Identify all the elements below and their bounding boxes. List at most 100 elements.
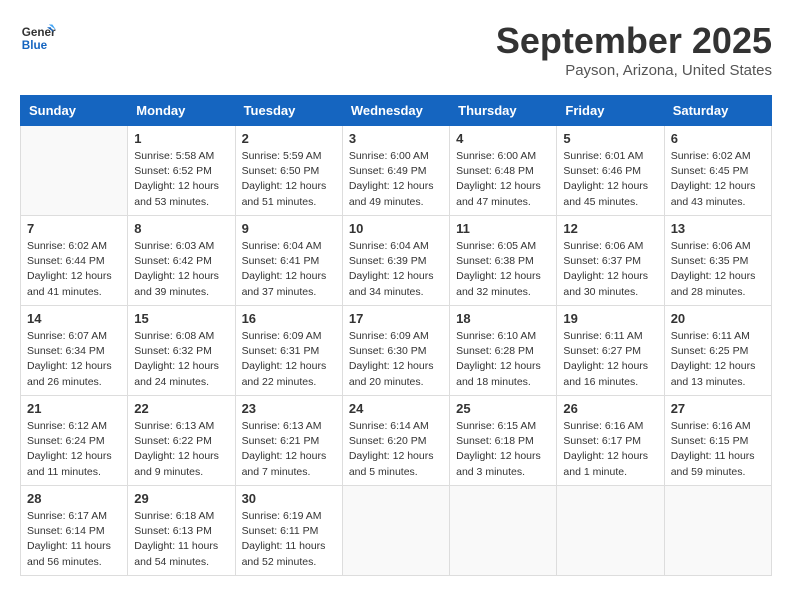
day-info: Sunrise: 6:15 AM Sunset: 6:18 PM Dayligh… — [456, 419, 550, 480]
day-info: Sunrise: 6:13 AM Sunset: 6:22 PM Dayligh… — [134, 419, 228, 480]
calendar-cell — [21, 126, 128, 216]
weekday-header-thursday: Thursday — [450, 96, 557, 126]
day-number: 28 — [27, 491, 121, 506]
day-number: 4 — [456, 131, 550, 146]
weekday-header-saturday: Saturday — [664, 96, 771, 126]
day-number: 27 — [671, 401, 765, 416]
day-number: 12 — [563, 221, 657, 236]
day-number: 11 — [456, 221, 550, 236]
calendar-week-4: 21 Sunrise: 6:12 AM Sunset: 6:24 PM Dayli… — [21, 396, 772, 486]
month-title: September 2025 — [496, 20, 772, 62]
day-number: 19 — [563, 311, 657, 326]
day-number: 2 — [242, 131, 336, 146]
calendar-cell: 13Sunrise: 6:06 AM Sunset: 6:35 PM Dayli… — [664, 216, 771, 306]
calendar-cell — [342, 486, 449, 576]
calendar-cell: 5Sunrise: 6:01 AM Sunset: 6:46 PM Daylig… — [557, 126, 664, 216]
day-info: Sunrise: 6:00 AM Sunset: 6:48 PM Dayligh… — [456, 149, 550, 210]
day-number: 26 — [563, 401, 657, 416]
day-number: 24 — [349, 401, 443, 416]
title-block: September 2025 Payson, Arizona, United S… — [496, 20, 772, 79]
calendar-cell: 23 Sunrise: 6:13 AM Sunset: 6:21 PM Dayli… — [235, 396, 342, 486]
day-number: 15 — [134, 311, 228, 326]
calendar-cell: 28 Sunrise: 6:17 AM Sunset: 6:14 PM Dayli… — [21, 486, 128, 576]
calendar-cell: 27Sunrise: 6:16 AM Sunset: 6:15 PM Dayli… — [664, 396, 771, 486]
day-info: Sunrise: 6:07 AM Sunset: 6:34 PM Dayligh… — [27, 329, 121, 390]
day-number: 25 — [456, 401, 550, 416]
day-number: 29 — [134, 491, 228, 506]
day-number: 23 — [242, 401, 336, 416]
weekday-header-sunday: Sunday — [21, 96, 128, 126]
calendar-cell: 17Sunrise: 6:09 AM Sunset: 6:30 PM Dayli… — [342, 306, 449, 396]
day-number: 13 — [671, 221, 765, 236]
calendar-cell: 15 Sunrise: 6:08 AM Sunset: 6:32 PM Dayli… — [128, 306, 235, 396]
calendar-cell: 6 Sunrise: 6:02 AM Sunset: 6:45 PM Daylig… — [664, 126, 771, 216]
calendar-cell: 24 Sunrise: 6:14 AM Sunset: 6:20 PM Dayli… — [342, 396, 449, 486]
calendar-cell: 16 Sunrise: 6:09 AM Sunset: 6:31 PM Dayli… — [235, 306, 342, 396]
weekday-header-wednesday: Wednesday — [342, 96, 449, 126]
day-number: 18 — [456, 311, 550, 326]
calendar-header: SundayMondayTuesdayWednesdayThursdayFrid… — [21, 96, 772, 126]
weekday-header-row: SundayMondayTuesdayWednesdayThursdayFrid… — [21, 96, 772, 126]
calendar-week-3: 14 Sunrise: 6:07 AM Sunset: 6:34 PM Dayli… — [21, 306, 772, 396]
day-info: Sunrise: 6:10 AM Sunset: 6:28 PM Dayligh… — [456, 329, 550, 390]
logo-icon: General Blue — [20, 20, 56, 56]
day-number: 22 — [134, 401, 228, 416]
calendar-week-1: 1Sunrise: 5:58 AM Sunset: 6:52 PM Daylig… — [21, 126, 772, 216]
day-number: 6 — [671, 131, 765, 146]
weekday-header-monday: Monday — [128, 96, 235, 126]
calendar-week-5: 28 Sunrise: 6:17 AM Sunset: 6:14 PM Dayli… — [21, 486, 772, 576]
day-number: 17 — [349, 311, 443, 326]
calendar-body: 1Sunrise: 5:58 AM Sunset: 6:52 PM Daylig… — [21, 126, 772, 576]
day-number: 21 — [27, 401, 121, 416]
day-info: Sunrise: 6:19 AM Sunset: 6:11 PM Dayligh… — [242, 509, 336, 570]
svg-text:Blue: Blue — [22, 39, 48, 52]
day-info: Sunrise: 6:03 AM Sunset: 6:42 PM Dayligh… — [134, 239, 228, 300]
day-info: Sunrise: 6:08 AM Sunset: 6:32 PM Dayligh… — [134, 329, 228, 390]
calendar-week-2: 7 Sunrise: 6:02 AM Sunset: 6:44 PM Daylig… — [21, 216, 772, 306]
calendar-cell — [450, 486, 557, 576]
day-info: Sunrise: 6:16 AM Sunset: 6:17 PM Dayligh… — [563, 419, 657, 480]
weekday-header-friday: Friday — [557, 96, 664, 126]
calendar-cell: 22 Sunrise: 6:13 AM Sunset: 6:22 PM Dayli… — [128, 396, 235, 486]
calendar-cell: 21 Sunrise: 6:12 AM Sunset: 6:24 PM Dayli… — [21, 396, 128, 486]
calendar-cell: 9Sunrise: 6:04 AM Sunset: 6:41 PM Daylig… — [235, 216, 342, 306]
day-info: Sunrise: 6:14 AM Sunset: 6:20 PM Dayligh… — [349, 419, 443, 480]
day-info: Sunrise: 6:13 AM Sunset: 6:21 PM Dayligh… — [242, 419, 336, 480]
calendar-cell: 1Sunrise: 5:58 AM Sunset: 6:52 PM Daylig… — [128, 126, 235, 216]
day-info: Sunrise: 6:09 AM Sunset: 6:31 PM Dayligh… — [242, 329, 336, 390]
day-number: 7 — [27, 221, 121, 236]
day-info: Sunrise: 6:04 AM Sunset: 6:41 PM Dayligh… — [242, 239, 336, 300]
day-number: 8 — [134, 221, 228, 236]
day-info: Sunrise: 6:02 AM Sunset: 6:44 PM Dayligh… — [27, 239, 121, 300]
day-info: Sunrise: 6:11 AM Sunset: 6:27 PM Dayligh… — [563, 329, 657, 390]
day-info: Sunrise: 6:05 AM Sunset: 6:38 PM Dayligh… — [456, 239, 550, 300]
day-info: Sunrise: 6:12 AM Sunset: 6:24 PM Dayligh… — [27, 419, 121, 480]
day-number: 3 — [349, 131, 443, 146]
day-number: 10 — [349, 221, 443, 236]
day-number: 5 — [563, 131, 657, 146]
day-info: Sunrise: 6:06 AM Sunset: 6:37 PM Dayligh… — [563, 239, 657, 300]
calendar-cell: 4 Sunrise: 6:00 AM Sunset: 6:48 PM Daylig… — [450, 126, 557, 216]
day-number: 16 — [242, 311, 336, 326]
calendar-cell: 14 Sunrise: 6:07 AM Sunset: 6:34 PM Dayli… — [21, 306, 128, 396]
calendar-cell: 18 Sunrise: 6:10 AM Sunset: 6:28 PM Dayli… — [450, 306, 557, 396]
calendar-cell: 8 Sunrise: 6:03 AM Sunset: 6:42 PM Daylig… — [128, 216, 235, 306]
logo: General Blue — [20, 20, 56, 56]
day-info: Sunrise: 5:58 AM Sunset: 6:52 PM Dayligh… — [134, 149, 228, 210]
day-info: Sunrise: 6:02 AM Sunset: 6:45 PM Dayligh… — [671, 149, 765, 210]
location: Payson, Arizona, United States — [496, 62, 772, 79]
calendar-cell: 3 Sunrise: 6:00 AM Sunset: 6:49 PM Daylig… — [342, 126, 449, 216]
day-info: Sunrise: 6:18 AM Sunset: 6:13 PM Dayligh… — [134, 509, 228, 570]
calendar-cell: 25 Sunrise: 6:15 AM Sunset: 6:18 PM Dayli… — [450, 396, 557, 486]
day-info: Sunrise: 6:17 AM Sunset: 6:14 PM Dayligh… — [27, 509, 121, 570]
calendar-cell — [557, 486, 664, 576]
calendar-cell: 2Sunrise: 5:59 AM Sunset: 6:50 PM Daylig… — [235, 126, 342, 216]
calendar-cell: 11 Sunrise: 6:05 AM Sunset: 6:38 PM Dayli… — [450, 216, 557, 306]
day-number: 14 — [27, 311, 121, 326]
day-number: 20 — [671, 311, 765, 326]
calendar-cell: 29 Sunrise: 6:18 AM Sunset: 6:13 PM Dayli… — [128, 486, 235, 576]
calendar-table: SundayMondayTuesdayWednesdayThursdayFrid… — [20, 95, 772, 576]
day-info: Sunrise: 6:04 AM Sunset: 6:39 PM Dayligh… — [349, 239, 443, 300]
day-info: Sunrise: 6:00 AM Sunset: 6:49 PM Dayligh… — [349, 149, 443, 210]
page-header: General Blue September 2025 Payson, Ariz… — [20, 20, 772, 79]
